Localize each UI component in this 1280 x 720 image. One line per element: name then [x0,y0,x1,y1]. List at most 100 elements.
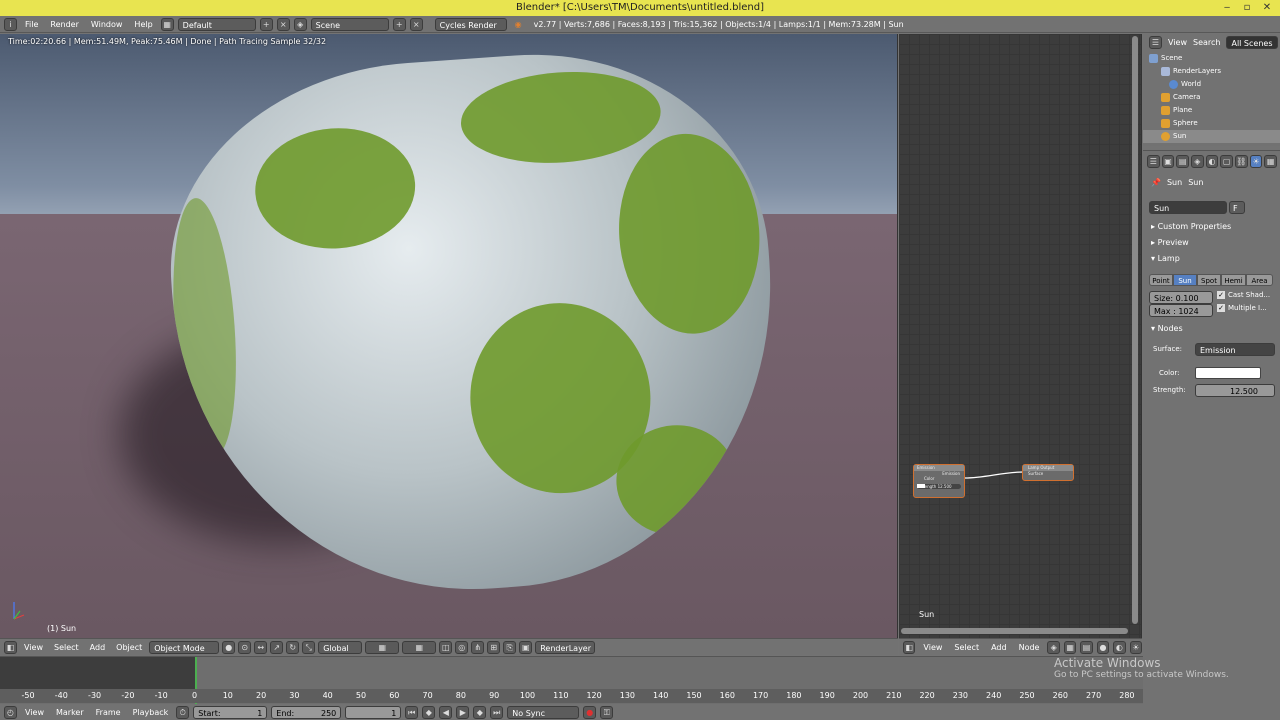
lock-layer-icon[interactable]: ◫ [439,640,453,654]
scene-tab-icon[interactable]: ◈ [1191,155,1204,168]
editor-type-icon[interactable]: ☰ [1149,35,1162,49]
translate-icon[interactable]: ↗ [270,640,284,654]
ne-menu-node[interactable]: Node [1015,641,1044,654]
node-editor[interactable]: Emission Emission Color Strength 12.500 … [899,34,1142,638]
vp-menu-select[interactable]: Select [50,641,83,654]
layers-icon-2[interactable]: ▦ [402,640,437,654]
minimize-icon[interactable]: ‒ [1218,0,1236,16]
layout-field[interactable]: Default [177,17,256,31]
strength-field[interactable]: 12.500 [1195,384,1275,397]
lamp-output-node[interactable]: Lamp Output Surface [1022,464,1074,481]
add-scene-icon[interactable]: + [392,17,406,31]
snap-icon[interactable]: ⋔ [471,640,485,654]
panel-nodes[interactable]: ▾ Nodes [1151,324,1183,333]
opengl-render-icon[interactable]: ⎘ [503,640,517,654]
play-icon[interactable]: ▶ [456,705,470,719]
properties-editor[interactable]: ☰ ▣ ▤ ◈ ◐ ▢ ⛓ ☀ ▦ 📌 Sun Sun Sun F ▸ Cust… [1143,150,1280,720]
menu-render[interactable]: Render [46,18,82,31]
texture-nodes-icon[interactable]: ▦ [1063,640,1077,654]
render-layers-tab-icon[interactable]: ▤ [1176,155,1190,168]
sync-mode-select[interactable]: No Sync [507,705,580,719]
object-nodes-icon[interactable]: ● [1096,640,1110,654]
emission-color-swatch[interactable] [917,484,925,488]
jump-end-icon[interactable]: ⏭ [490,705,504,719]
lamp-type-sun[interactable]: Sun [1173,274,1197,286]
editor-type-icon[interactable]: ◴ [4,705,17,719]
world-tab-icon[interactable]: ◐ [1205,155,1219,168]
pivot-icon[interactable]: ⊙ [238,640,252,654]
horizontal-scrollbar[interactable] [901,628,1128,634]
outliner-item-world[interactable]: World [1143,78,1280,91]
multiple-importance-checkbox[interactable]: ✓ Multiple I... [1217,304,1267,312]
play-reverse-icon[interactable]: ◀ [439,705,453,719]
proportional-edit-icon[interactable]: ◎ [455,640,469,654]
maximize-icon[interactable]: ▫ [1238,0,1256,16]
manipulator-icon[interactable]: ↔ [254,640,268,654]
vp-menu-view[interactable]: View [20,641,47,654]
snap-target-icon[interactable]: ⊞ [487,640,501,654]
timeline-ruler[interactable]: -50 -40 -30 -20 -10 0 10 20 30 40 50 60 70 80 90 100 110… [0,689,1143,703]
remove-layout-icon[interactable]: × [276,17,290,31]
lamp-datablock-field[interactable]: Sun [1149,201,1227,214]
outliner[interactable]: ☰ View Search All Scenes Scene RenderLay… [1143,34,1280,146]
current-frame-field[interactable]: 1 [345,705,402,719]
render-layer-field[interactable]: RenderLayer [535,640,596,654]
color-swatch[interactable] [1195,367,1261,379]
cast-shadow-checkbox[interactable]: ✓ Cast Shad... [1217,291,1270,299]
tl-menu-view[interactable]: View [21,706,48,719]
preview-range-icon[interactable]: ⏱ [176,705,190,719]
outliner-view-menu[interactable]: View [1168,38,1187,47]
ne-menu-select[interactable]: Select [950,641,983,654]
orientation-select[interactable]: Global [318,640,363,654]
scene-field[interactable]: Scene [310,17,389,31]
editor-type-icon[interactable]: ☰ [1147,155,1160,168]
rotate-icon[interactable]: ↻ [286,640,300,654]
render-tab-icon[interactable]: ▣ [1161,155,1175,168]
editor-type-icon[interactable]: ◧ [4,640,17,654]
outliner-item-sphere[interactable]: Sphere [1143,117,1280,130]
add-layout-icon[interactable]: + [259,17,273,31]
lamp-type-area[interactable]: Area [1246,274,1273,286]
shading-icon[interactable]: ● [222,640,236,654]
vp-menu-add[interactable]: Add [86,641,110,654]
prev-keyframe-icon[interactable]: ◆ [422,705,436,719]
compositing-nodes-icon[interactable]: ▤ [1080,640,1093,654]
fake-user-button[interactable]: F [1229,201,1245,214]
panel-lamp[interactable]: ▾ Lamp [1151,254,1180,263]
scale-icon[interactable]: ⤡ [302,640,316,654]
panel-custom-properties[interactable]: ▸ Custom Properties [1151,222,1231,231]
lamp-type-hemi[interactable]: Hemi [1221,274,1246,286]
outliner-item-sun[interactable]: Sun [1143,130,1280,143]
lamp-nodes-icon[interactable]: ☀ [1129,640,1143,654]
texture-tab-icon[interactable]: ▦ [1264,155,1278,168]
vertical-scrollbar[interactable] [1132,36,1138,624]
jump-start-icon[interactable]: ⏮ [405,705,419,719]
tl-menu-playback[interactable]: Playback [129,706,173,719]
menu-file[interactable]: File [21,18,42,31]
tl-menu-frame[interactable]: Frame [92,706,125,719]
next-keyframe-icon[interactable]: ◆ [473,705,487,719]
ne-menu-view[interactable]: View [919,641,946,654]
outliner-filter-select[interactable]: All Scenes [1226,35,1278,49]
panel-preview[interactable]: ▸ Preview [1151,238,1189,247]
tl-menu-marker[interactable]: Marker [52,706,88,719]
keying-set-icon[interactable]: ⚿ [600,705,614,719]
emission-node[interactable]: Emission Emission Color Strength 12.500 [913,464,965,498]
render-engine-select[interactable]: Cycles Render [434,17,507,31]
scene-icon[interactable]: ◈ [293,17,307,31]
render-layer-icon[interactable]: ▣ [519,640,533,654]
data-tab-icon[interactable]: ☀ [1249,155,1263,168]
shader-nodes-icon[interactable]: ◈ [1047,640,1060,654]
surface-select[interactable]: Emission [1195,343,1275,356]
menu-window[interactable]: Window [87,18,127,31]
editor-type-icon[interactable]: ◧ [903,640,916,654]
menu-help[interactable]: Help [130,18,156,31]
object-tab-icon[interactable]: ▢ [1220,155,1234,168]
vp-menu-object[interactable]: Object [112,641,146,654]
outliner-item-scene[interactable]: Scene [1143,52,1280,65]
record-icon[interactable]: ● [583,705,597,719]
3d-viewport[interactable]: Time:02:20.66 | Mem:51.49M, Peak:75.46M … [0,34,898,638]
outliner-item-renderlayers[interactable]: RenderLayers [1143,65,1280,78]
outliner-item-plane[interactable]: Plane [1143,104,1280,117]
max-field[interactable]: Max : 1024 [1149,304,1213,317]
